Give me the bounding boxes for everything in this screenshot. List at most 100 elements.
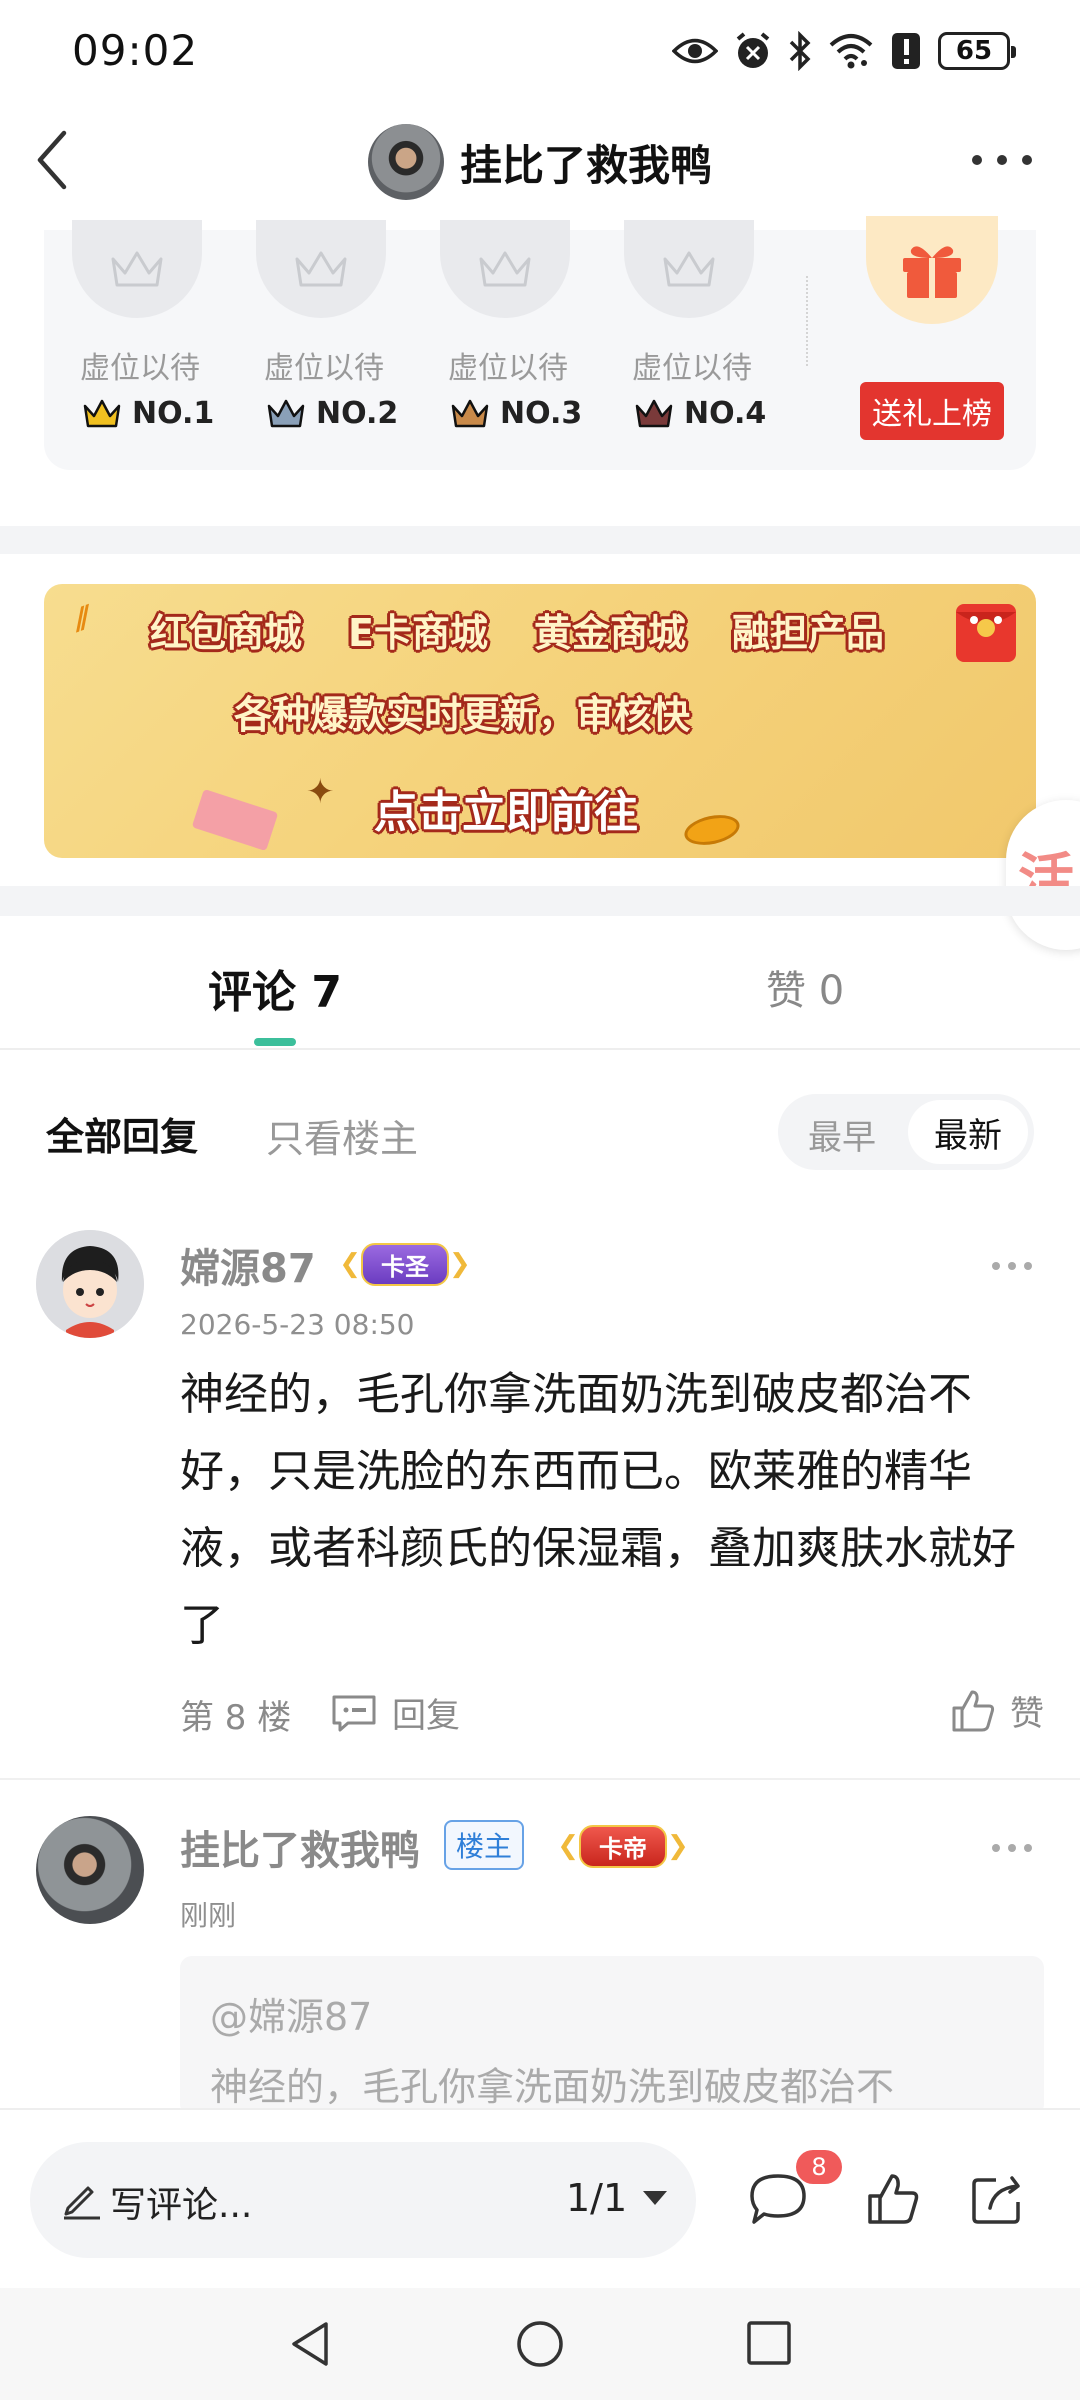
avatar[interactable] bbox=[36, 1230, 144, 1338]
bluetooth-icon bbox=[789, 31, 811, 71]
thumbs-up-icon bbox=[952, 1690, 995, 1731]
alarm-icon bbox=[736, 32, 770, 68]
write-comment-placeholder: 写评论... bbox=[110, 2185, 253, 2226]
rank-slot-4[interactable]: 虚位以待 NO.4 bbox=[596, 220, 766, 460]
reply-icon bbox=[332, 1695, 376, 1731]
section-divider bbox=[0, 526, 1080, 554]
sparkle-decoration: ⁄⁄ bbox=[72, 601, 94, 638]
crown-icon bbox=[83, 399, 121, 427]
comment-time: 2026-5-23 08:50 bbox=[180, 1308, 415, 1341]
rank-slot-label: 虚位以待 bbox=[80, 351, 200, 386]
comment-time: 刚刚 bbox=[180, 1899, 237, 1932]
nav-back-icon[interactable] bbox=[286, 2318, 334, 2370]
thumbs-up-icon[interactable] bbox=[866, 2172, 920, 2226]
banner-item: 融担产品 bbox=[732, 611, 885, 655]
level-badge: ❮ 卡帝 ❯ bbox=[548, 1824, 698, 1868]
gift-rank-button[interactable]: 送礼上榜 bbox=[860, 382, 1004, 440]
rank-slot-label: 虚位以待 bbox=[264, 351, 384, 386]
wifi-icon bbox=[829, 34, 873, 69]
tab-indicator bbox=[254, 1038, 296, 1046]
section-divider bbox=[0, 886, 1080, 916]
sort-latest-button[interactable]: 最新 bbox=[908, 1100, 1028, 1164]
rank-number: NO.1 bbox=[132, 396, 215, 431]
rank-number: NO.2 bbox=[316, 396, 399, 431]
level-badge-label: 卡圣 bbox=[361, 1242, 449, 1286]
rank-slot-1[interactable]: 虚位以待 NO.1 bbox=[44, 220, 214, 460]
banner-item: 黄金商城 bbox=[533, 611, 686, 655]
back-button[interactable] bbox=[22, 125, 92, 195]
tab-likes[interactable]: 赞 0 bbox=[766, 958, 844, 1016]
comment-count-badge: 8 bbox=[796, 2150, 842, 2184]
level-badge: ❮ 卡圣 ❯ bbox=[330, 1242, 480, 1286]
filter-op-only[interactable]: 只看楼主 bbox=[266, 1108, 418, 1163]
red-envelope-icon bbox=[956, 604, 1016, 662]
sort-toggle: 最早 最新 bbox=[778, 1094, 1034, 1170]
comment-tabs: 评论 7 赞 0 bbox=[0, 916, 1080, 1050]
write-comment-input[interactable]: 写评论... 1/1 bbox=[30, 2142, 696, 2258]
crown-outline-icon bbox=[663, 251, 715, 287]
banner-cta: 点击立即前往 bbox=[374, 787, 638, 838]
avatar[interactable] bbox=[36, 1816, 144, 1924]
filter-all-replies[interactable]: 全部回复 bbox=[46, 1106, 198, 1161]
comment-username[interactable]: 嫦源87 bbox=[180, 1236, 316, 1294]
rank-number: NO.4 bbox=[684, 396, 767, 431]
gift-ranking-card: 虚位以待 NO.1 虚位以待 NO.2 虚位以待 NO.3 虚位以待 NO.4 … bbox=[44, 216, 1036, 470]
tab-comments[interactable]: 评论 7 bbox=[208, 956, 342, 1020]
comment-text: 神经的，毛孔你拿洗面奶洗到破皮都治不好，只是洗脸的东西而已。欧莱雅的精华液，或者… bbox=[180, 1369, 1016, 1651]
comment-more-icon[interactable] bbox=[992, 1842, 1032, 1854]
alert-icon bbox=[892, 33, 920, 69]
coin-decoration bbox=[681, 810, 743, 850]
page-selector[interactable]: 1/1 bbox=[566, 2176, 668, 2220]
avatar[interactable] bbox=[368, 124, 444, 200]
paper-decoration bbox=[191, 788, 279, 852]
floor-number: 第 8 楼 bbox=[180, 1698, 292, 1738]
rank-slot-3[interactable]: 虚位以待 NO.3 bbox=[412, 220, 582, 460]
nav-recents-icon[interactable] bbox=[744, 2318, 794, 2368]
system-nav-bar bbox=[0, 2288, 1080, 2400]
owner-tag: 楼主 bbox=[444, 1820, 525, 1870]
crown-icon bbox=[451, 399, 489, 427]
status-time: 09:02 bbox=[72, 26, 199, 75]
comment-divider bbox=[0, 1778, 1080, 1780]
gift-icon[interactable] bbox=[866, 216, 998, 324]
bottom-bar: 写评论... 1/1 8 bbox=[0, 2108, 1080, 2288]
divider bbox=[806, 276, 808, 366]
sort-earliest-button[interactable]: 最早 bbox=[808, 1110, 876, 1159]
rank-slot-label: 虚位以待 bbox=[632, 351, 752, 386]
level-badge-label: 卡帝 bbox=[579, 1824, 667, 1868]
nav-home-icon[interactable] bbox=[514, 2318, 566, 2370]
status-icons: 65 bbox=[672, 28, 1016, 74]
quoted-comment[interactable]: @嫦源87 神经的，毛孔你拿洗面奶洗到破皮都治不 bbox=[180, 1956, 1044, 2116]
more-icon[interactable] bbox=[972, 145, 1032, 175]
crown-icon bbox=[267, 399, 305, 427]
quote-text: 神经的，毛孔你拿洗面奶洗到破皮都治不 bbox=[210, 2065, 895, 2109]
page-title: 挂比了救我鸭 bbox=[460, 140, 713, 190]
comment-icon[interactable] bbox=[748, 2172, 808, 2226]
battery-icon: 65 bbox=[938, 32, 1016, 70]
crown-outline-icon bbox=[111, 251, 163, 287]
banner-subtitle: 各种爆款实时更新，审核快 bbox=[234, 693, 691, 737]
header: 挂比了救我鸭 bbox=[0, 100, 1080, 230]
like-label: 赞 bbox=[1010, 1694, 1044, 1734]
rank-number: NO.3 bbox=[500, 396, 583, 431]
pencil-icon bbox=[64, 2186, 100, 2220]
page-indicator: 1/1 bbox=[566, 2176, 628, 2220]
back-arrow-icon bbox=[37, 130, 67, 190]
comment-username[interactable]: 挂比了救我鸭 bbox=[180, 1818, 420, 1876]
banner-item: E卡商城 bbox=[348, 611, 488, 655]
comment-more-icon[interactable] bbox=[992, 1260, 1032, 1272]
sparkle-icon: ✦ bbox=[306, 772, 335, 812]
share-icon[interactable] bbox=[970, 2172, 1028, 2226]
crown-icon bbox=[635, 399, 673, 427]
crown-outline-icon bbox=[295, 251, 347, 287]
reply-button[interactable]: 回复 bbox=[330, 1688, 460, 1737]
status-bar: 09:02 65 bbox=[0, 0, 1080, 100]
chevron-down-icon bbox=[643, 2191, 668, 2205]
promo-banner[interactable]: ⁄⁄ 红包商城 E卡商城 黄金商城 融担产品 各种爆款实时更新，审核快 ✦ 点击… bbox=[44, 584, 1036, 858]
rank-slot-2[interactable]: 虚位以待 NO.2 bbox=[228, 220, 398, 460]
like-button[interactable]: 赞 bbox=[950, 1686, 1044, 1735]
eye-icon bbox=[672, 38, 718, 64]
header-user[interactable]: 挂比了救我鸭 bbox=[368, 122, 712, 202]
rank-slot-label: 虚位以待 bbox=[448, 351, 568, 386]
crown-outline-icon bbox=[479, 251, 531, 287]
